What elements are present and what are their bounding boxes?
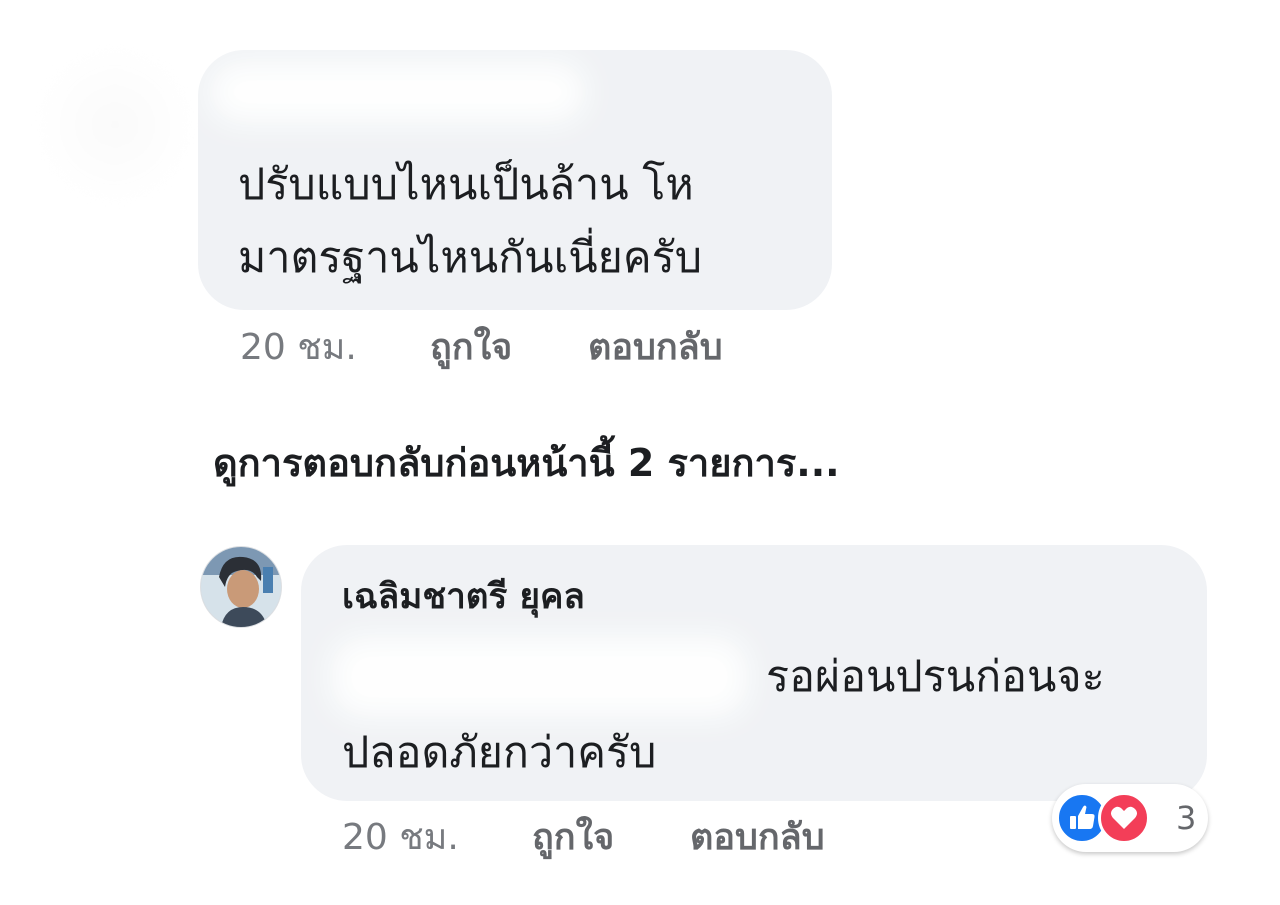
reaction-summary[interactable]: 3 [1052,784,1208,852]
like-label: ถูกใจ [532,817,615,858]
comment-author-name[interactable]: เฉลิมชาตรี ยุคล [342,572,585,622]
avatar[interactable] [200,546,282,628]
comment-text-line: มาตรฐานไหนกันเนี่ยครับ [238,233,703,283]
reply-label: ตอบกลับ [690,817,825,858]
like-button[interactable]: ถูกใจ [532,813,614,863]
redacted-author-name [210,62,585,122]
reply-button[interactable]: ตอบกลับ [690,813,825,863]
reply-button[interactable]: ตอบกลับ [588,323,723,373]
comment-text-line: รอผ่อนปรนก่อนจะ [766,652,1105,702]
love-icon [1098,792,1150,844]
comment-text-line: ปรับแบบไหนเป็นล้าน โห [238,160,694,210]
reply-label: ตอบกลับ [588,327,723,368]
profile-photo [201,547,281,627]
comment-timestamp[interactable]: 20 ชม. [342,813,459,863]
timestamp-text: 20 ชม. [240,327,357,368]
avatar-obscured [40,50,190,200]
comment-timestamp[interactable]: 20 ชม. [240,323,357,373]
redacted-mention [332,638,747,716]
view-previous-replies-link[interactable]: ดูการตอบกลับก่อนหน้านี้ 2 รายการ... [213,438,840,488]
timestamp-text: 20 ชม. [342,817,459,858]
like-label: ถูกใจ [430,327,513,368]
comment-text-line: ปลอดภัยกว่าครับ [342,728,657,778]
like-button[interactable]: ถูกใจ [430,323,512,373]
reaction-count: 3 [1176,799,1197,837]
